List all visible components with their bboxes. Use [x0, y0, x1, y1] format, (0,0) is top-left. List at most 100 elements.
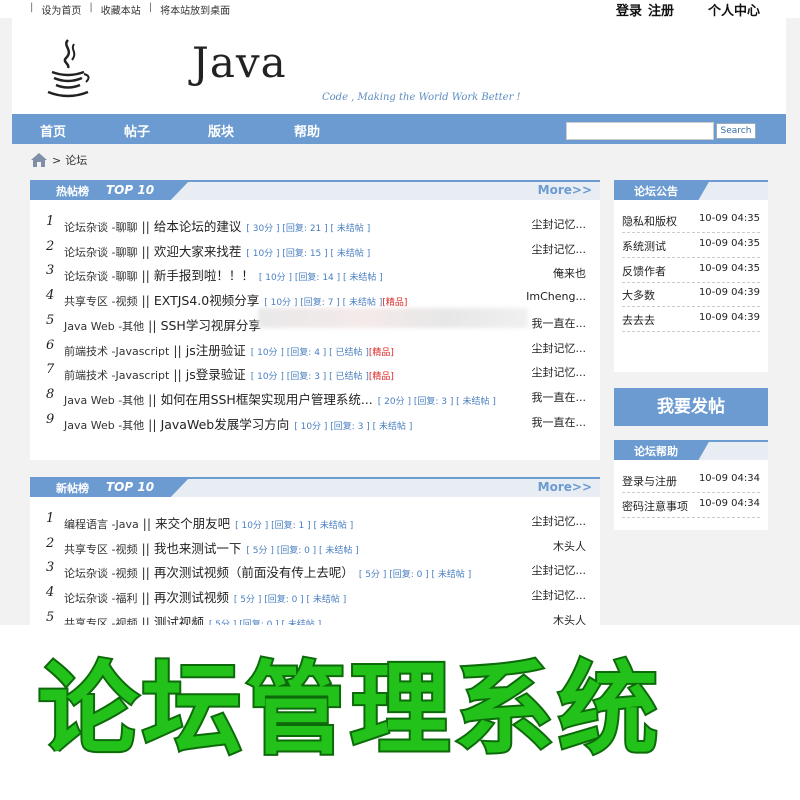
table-row[interactable]: 3 论坛杂谈 -视频 || 再次测试视频（前面没有传上去呢） [ 5分 ] [回复:… — [30, 556, 600, 580]
more-link[interactable]: More>> — [538, 480, 592, 494]
post-meta: [ 10分 ] [回复: 7 ] [ 未结帖 ] — [264, 298, 383, 309]
rank-number: 8 — [46, 386, 55, 402]
item-title[interactable]: 反馈作者 — [622, 263, 666, 279]
post-meta: [ 10分 ] [回复: 1 ] [ 未结帖 ] — [235, 521, 354, 531]
nav-boards[interactable]: 版块 — [208, 121, 234, 140]
post-author[interactable]: 尘封记忆... — [532, 587, 587, 603]
post-author[interactable]: 尘封记忆... — [532, 216, 587, 232]
post-title[interactable]: SSH学习视屏分享 — [161, 318, 261, 333]
post-title[interactable]: js注册验证 — [186, 343, 246, 358]
post-category[interactable]: 编程语言 -Java — [64, 518, 139, 531]
post-category[interactable]: Java Web -其他 — [64, 320, 144, 333]
post-author[interactable]: 我一直在... — [532, 389, 587, 405]
post-title[interactable]: 给本论坛的建议 — [154, 219, 242, 234]
list-item[interactable]: 大多数 10-09 04:39 — [622, 282, 760, 308]
title-separator: || — [144, 416, 161, 432]
post-title[interactable]: 欢迎大家来找茬 — [154, 244, 242, 259]
list-item[interactable]: 隐私和版权 10-09 04:35 — [622, 208, 760, 233]
post-author[interactable]: 我一直在... — [532, 315, 587, 331]
new-post-button[interactable]: 我要发帖 — [614, 388, 768, 426]
post-title[interactable]: 如何在用SSH框架实现用户管理系统... — [161, 392, 373, 407]
post-category[interactable]: 论坛杂谈 -福利 — [64, 592, 137, 605]
post-line: 论坛杂谈 -聊聊 || 新手报到啦！！！ [ 10分 ] [回复: 14 ] [ … — [64, 265, 383, 284]
post-line: 论坛杂谈 -视频 || 再次测试视频（前面没有传上去呢） [ 5分 ] [回复: … — [64, 562, 471, 581]
post-line: Java Web -其他 || 如何在用SSH框架实现用户管理系统... [ 20… — [64, 389, 496, 408]
table-row[interactable]: 3 论坛杂谈 -聊聊 || 新手报到啦！！！ [ 10分 ] [回复: 14 ] [… — [30, 259, 600, 283]
post-author[interactable]: ImCheng... — [526, 290, 586, 303]
post-category[interactable]: Java Web -其他 — [64, 419, 144, 432]
home-icon[interactable] — [30, 152, 48, 168]
title-separator: || — [144, 391, 161, 407]
search-button[interactable]: Search — [716, 123, 756, 139]
list-item[interactable]: 系统测试 10-09 04:35 — [622, 233, 760, 258]
post-category[interactable]: 前端技术 -Javascript — [64, 345, 169, 358]
table-row[interactable]: 4 共享专区 -视频 || EXTJS4.0视频分享 [ 10分 ] [回复: 7 … — [30, 284, 600, 308]
post-author[interactable]: 尘封记忆... — [532, 241, 587, 257]
post-title[interactable]: 来交个朋友吧 — [155, 516, 230, 531]
post-title[interactable]: js登录验证 — [186, 367, 246, 382]
post-author[interactable]: 俺来也 — [553, 265, 586, 281]
rank-number: 1 — [46, 511, 55, 526]
post-meta: [ 10分 ] [回复: 14 ] [ 未结帖 ] — [258, 273, 383, 284]
post-category[interactable]: 论坛杂谈 -聊聊 — [64, 221, 137, 234]
user-center-link[interactable]: 个人中心 — [708, 0, 760, 19]
more-link[interactable]: More>> — [538, 183, 592, 197]
post-author[interactable]: 尘封记忆... — [532, 364, 587, 380]
rank-number: 2 — [46, 238, 55, 254]
item-title[interactable]: 大多数 — [622, 287, 655, 303]
post-title[interactable]: 我也来测试一下 — [154, 541, 242, 556]
table-row[interactable]: 2 共享专区 -视频 || 我也来测试一下 [ 5分 ] [回复: 0 ] [ 未结… — [30, 532, 600, 556]
post-category[interactable]: 前端技术 -Javascript — [64, 369, 169, 382]
new-posts-panel: 新帖榜 TOP 10 More>> 1 编程语言 -Java || 来交个朋友吧 [… — [30, 477, 600, 637]
list-item[interactable]: 反馈作者 10-09 04:35 — [622, 258, 760, 283]
item-title[interactable]: 系统测试 — [622, 238, 666, 254]
post-title[interactable]: 再次测试视频 — [154, 590, 229, 605]
title-separator: || — [137, 540, 154, 556]
post-title[interactable]: 再次测试视频（前面没有传上去呢） — [154, 565, 354, 580]
table-row[interactable]: 1 论坛杂谈 -聊聊 || 给本论坛的建议 [ 30分 ] [回复: 21 ] [ … — [30, 210, 600, 234]
post-meta: [ 10分 ] [回复: 4 ] [ 已结帖 ] — [250, 347, 369, 358]
bookmark-link[interactable]: 收藏本站 — [101, 2, 141, 17]
search-input[interactable] — [566, 122, 714, 140]
item-title[interactable]: 密码注意事项 — [622, 498, 688, 514]
item-title[interactable]: 隐私和版权 — [622, 213, 677, 229]
item-date: 10-09 04:35 — [698, 237, 760, 249]
list-item[interactable]: 登录与注册 10-09 04:34 — [622, 468, 760, 493]
nav-home[interactable]: 首页 — [40, 121, 66, 140]
desktop-shortcut-link[interactable]: 将本站放到桌面 — [160, 2, 230, 17]
table-row[interactable]: 6 前端技术 -Javascript || js注册验证 [ 10分 ] [回复: … — [30, 334, 600, 358]
post-line: 共享专区 -视频 || 我也来测试一下 [ 5分 ] [回复: 0 ] [ 未结帖… — [64, 538, 359, 557]
post-author[interactable]: 尘封记忆... — [532, 340, 587, 356]
post-title[interactable]: EXTJS4.0视频分享 — [154, 293, 259, 308]
post-author[interactable]: 尘封记忆... — [532, 513, 587, 529]
post-title[interactable]: JavaWeb发展学习方向 — [161, 417, 290, 432]
table-row[interactable]: 7 前端技术 -Javascript || js登录验证 [ 10分 ] [回复: … — [30, 358, 600, 382]
post-author[interactable]: 木头人 — [553, 538, 586, 554]
post-title[interactable]: 新手报到啦！！！ — [154, 268, 254, 283]
nav-help[interactable]: 帮助 — [294, 121, 320, 140]
set-homepage-link[interactable]: 设为首页 — [41, 2, 81, 17]
table-row[interactable]: 9 Java Web -其他 || JavaWeb发展学习方向 [ 10分 ] [回… — [30, 408, 600, 432]
table-row[interactable]: 4 论坛杂谈 -福利 || 再次测试视频 [ 5分 ] [回复: 0 ] [ 未结帖… — [30, 581, 600, 605]
nav-posts[interactable]: 帖子 — [124, 121, 150, 140]
post-category[interactable]: 论坛杂谈 -聊聊 — [64, 270, 137, 283]
title-separator: || — [137, 590, 154, 606]
list-item[interactable]: 密码注意事项 10-09 04:34 — [622, 493, 760, 518]
post-line: 论坛杂谈 -福利 || 再次测试视频 [ 5分 ] [回复: 0 ] [ 未结帖 … — [64, 587, 346, 606]
post-category[interactable]: Java Web -其他 — [64, 394, 144, 407]
table-row[interactable]: 1 编程语言 -Java || 来交个朋友吧 [ 10分 ] [回复: 1 ] [ … — [30, 507, 600, 531]
table-row[interactable]: 2 论坛杂谈 -聊聊 || 欢迎大家来找茬 [ 10分 ] [回复: 15 ] [ … — [30, 235, 600, 259]
post-line: 编程语言 -Java || 来交个朋友吧 [ 10分 ] [回复: 1 ] [ 未… — [64, 513, 353, 532]
list-item[interactable]: 去去去 10-09 04:39 — [622, 307, 760, 333]
post-category[interactable]: 共享专区 -视频 — [64, 543, 137, 556]
post-category[interactable]: 论坛杂谈 -聊聊 — [64, 246, 137, 259]
post-author[interactable]: 我一直在... — [532, 414, 587, 430]
post-category[interactable]: 共享专区 -视频 — [64, 295, 137, 308]
register-link[interactable]: 注册 — [648, 0, 674, 19]
post-author[interactable]: 尘封记忆... — [532, 562, 587, 578]
login-link[interactable]: 登录 — [616, 0, 642, 19]
table-row[interactable]: 8 Java Web -其他 || 如何在用SSH框架实现用户管理系统... [ 2… — [30, 383, 600, 407]
post-category[interactable]: 论坛杂谈 -视频 — [64, 567, 137, 580]
item-title[interactable]: 登录与注册 — [622, 473, 677, 489]
item-title[interactable]: 去去去 — [622, 312, 655, 328]
